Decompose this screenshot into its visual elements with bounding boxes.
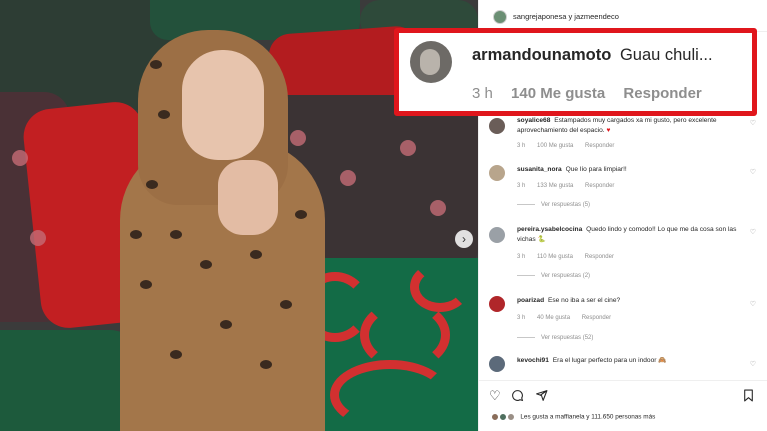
view-replies-button[interactable]: Ver respuestas (2): [517, 273, 590, 279]
heart-icon[interactable]: ♡: [750, 300, 756, 308]
avatar[interactable]: [410, 41, 452, 83]
comment-meta: 3 h 100 Me gusta Responder: [517, 143, 615, 149]
avatar[interactable]: [489, 296, 505, 312]
comment-text: kevochi91 Era el lugar perfecto para un …: [517, 357, 667, 364]
comment-username[interactable]: pereira.ysabelcocina: [517, 226, 582, 233]
highlighted-comment: armandounamoto Guau chuli... 3 h 140 Me …: [394, 28, 757, 116]
comment-text: armandounamoto Guau chuli...: [472, 46, 713, 64]
flower-pattern: [12, 150, 28, 166]
snake-pattern: [330, 360, 450, 430]
avatar[interactable]: [489, 356, 505, 372]
woman-figure: [110, 20, 340, 431]
avatar: [498, 413, 507, 421]
avatar[interactable]: [493, 10, 507, 24]
face: [182, 50, 264, 160]
comment-likes[interactable]: 100 Me gusta: [537, 143, 573, 149]
heart-emoji: ♥: [606, 127, 611, 134]
comment-likes[interactable]: 110 Me gusta: [537, 254, 573, 260]
snake-emoji: 🐍: [537, 236, 546, 243]
avatar: [491, 413, 499, 421]
snake-pattern: [410, 262, 470, 312]
heart-icon[interactable]: ♡: [750, 360, 756, 368]
comment-username[interactable]: poarizad: [517, 297, 544, 304]
share-icon[interactable]: [535, 389, 548, 405]
comment-username[interactable]: kevochi91: [517, 357, 549, 364]
post-actions: ♡ Les gusta a maffianela y 111.650 perso…: [479, 380, 767, 431]
comment-username[interactable]: susanita_nora: [517, 166, 562, 173]
post-authors[interactable]: sangrejaponesa y jazmeendeco: [513, 12, 619, 21]
comment-text: soyalice68 Estampados muy cargados xa mi…: [517, 117, 717, 134]
likes-summary[interactable]: Les gusta a maffianela y 111.650 persona…: [491, 413, 655, 421]
comment-username[interactable]: armandounamoto: [472, 46, 611, 64]
heart-icon[interactable]: ♡: [750, 168, 756, 176]
avatar[interactable]: [489, 227, 505, 243]
reply-button[interactable]: Responder: [585, 183, 614, 189]
bookmark-icon[interactable]: [743, 389, 754, 405]
comment-likes[interactable]: 40 Me gusta: [537, 315, 570, 321]
monkey-emoji: 🙈: [658, 357, 667, 364]
comment-likes[interactable]: 140 Me gusta: [511, 85, 605, 102]
comment-meta: 3 h 140 Me gusta Responder: [472, 85, 702, 102]
avatar: [506, 413, 515, 421]
view-replies-button[interactable]: Ver respuestas (5): [517, 202, 590, 208]
avatar[interactable]: [489, 165, 505, 181]
flower-pattern: [400, 140, 416, 156]
flower-pattern: [30, 230, 46, 246]
reply-button[interactable]: Responder: [582, 315, 611, 321]
heart-icon[interactable]: ♡: [750, 119, 756, 127]
comment-icon[interactable]: [511, 389, 524, 405]
comment-likes[interactable]: 133 Me gusta: [537, 183, 573, 189]
reply-button[interactable]: Responder: [623, 85, 701, 102]
comment-text: poarizad Ese no iba a ser el cine?: [517, 297, 621, 304]
chevron-right-icon[interactable]: ›: [455, 230, 473, 248]
reply-button[interactable]: Responder: [585, 254, 614, 260]
flower-pattern: [340, 170, 356, 186]
flower-pattern: [430, 200, 446, 216]
comment-meta: 3 h 40 Me gusta Responder: [517, 315, 612, 321]
comment-text: susanita_nora Que lío para limpiar!!: [517, 166, 627, 173]
comment-username[interactable]: soyalice68: [517, 117, 550, 124]
hands: [218, 160, 278, 235]
comment-text: pereira.ysabelcocina Quedo lindo y comod…: [517, 226, 737, 243]
comment-meta: 3 h 133 Me gusta Responder: [517, 183, 615, 189]
comment-meta: 3 h 110 Me gusta Responder: [517, 254, 614, 260]
heart-icon[interactable]: ♡: [750, 228, 756, 236]
view-replies-button[interactable]: Ver respuestas (52): [517, 335, 593, 341]
reply-button[interactable]: Responder: [585, 143, 614, 149]
avatar[interactable]: [489, 118, 505, 134]
heart-icon[interactable]: ♡: [489, 389, 501, 403]
